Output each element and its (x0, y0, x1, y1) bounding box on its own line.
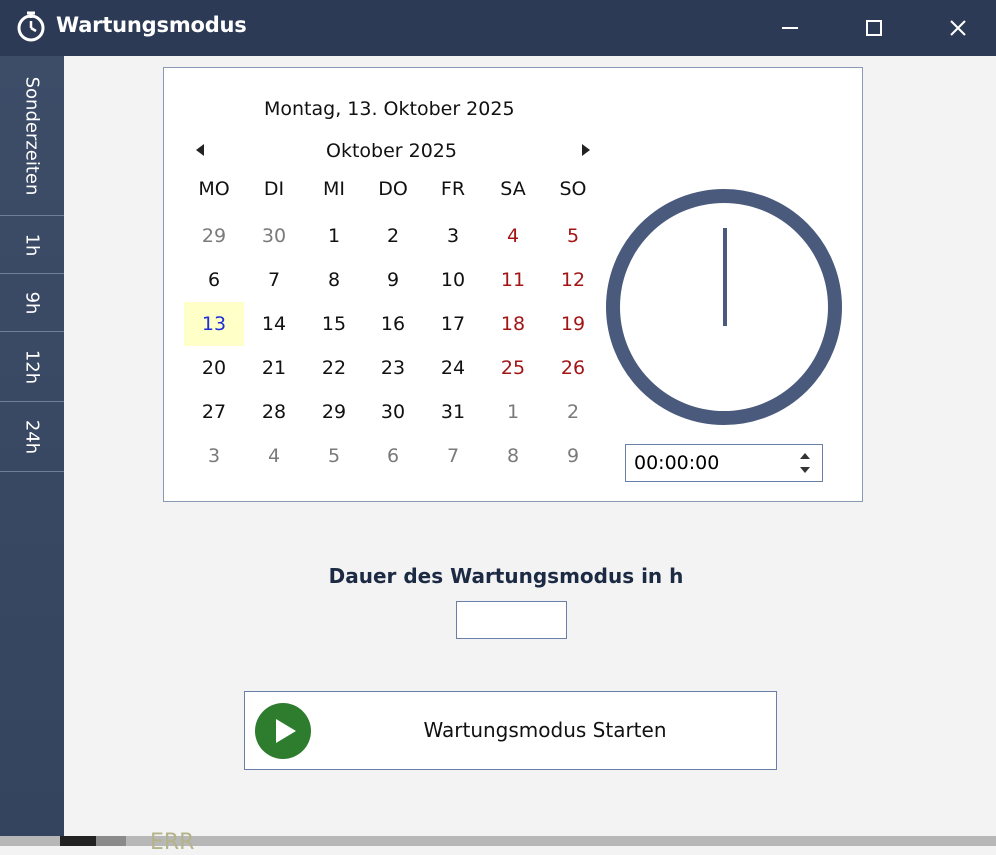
calendar-day[interactable]: 3 (184, 434, 244, 478)
maximize-button[interactable] (846, 0, 902, 56)
caret-up-icon (800, 453, 810, 459)
sidebar-item-label: 1h (21, 233, 43, 256)
caret-down-icon (800, 467, 810, 473)
calendar-day[interactable]: 1 (483, 390, 543, 434)
calendar-day[interactable]: 7 (423, 434, 483, 478)
analog-clock (604, 186, 844, 426)
calendar-day[interactable]: 4 (244, 434, 304, 478)
calendar-day[interactable]: 18 (483, 302, 543, 346)
calendar-day[interactable]: 2 (543, 390, 603, 434)
weekday-label: SA (500, 178, 526, 200)
calendar-day[interactable]: 5 (543, 214, 603, 258)
previous-month-button[interactable] (192, 142, 212, 158)
calendar-day[interactable]: 22 (304, 346, 364, 390)
sidebar: Sonderzeiten 1h 9h 12h 24h (0, 56, 64, 846)
calendar-day[interactable]: 13 (184, 302, 244, 346)
time-spin-up-button[interactable] (800, 453, 812, 461)
calendar-day[interactable]: 15 (304, 302, 364, 346)
calendar-day[interactable]: 17 (423, 302, 483, 346)
calendar-day[interactable]: 29 (184, 214, 244, 258)
calendar-day[interactable]: 30 (363, 390, 423, 434)
duration-label: Dauer des Wartungsmodus in h (328, 564, 684, 588)
sidebar-item-1h[interactable]: 1h (0, 216, 64, 274)
weekday-label: SO (559, 178, 587, 200)
calendar-day[interactable]: 24 (423, 346, 483, 390)
start-button-label: Wartungsmodus Starten (423, 718, 667, 742)
weekday-label: FR (440, 178, 466, 200)
arrow-right-icon (582, 144, 590, 156)
calendar-day[interactable]: 20 (184, 346, 244, 390)
calendar-day[interactable]: 19 (543, 302, 603, 346)
window-title: Wartungsmodus (56, 13, 247, 37)
calendar-day[interactable]: 31 (423, 390, 483, 434)
weekday-label: MO (198, 178, 230, 200)
background-window-strip: ERR (0, 830, 996, 855)
calendar-day[interactable]: 14 (244, 302, 304, 346)
background-text-fragment: ERR (150, 830, 195, 855)
background-block (96, 836, 126, 846)
calendar-day[interactable]: 6 (363, 434, 423, 478)
sidebar-item-12h[interactable]: 12h (0, 332, 64, 402)
calendar-day[interactable]: 9 (363, 258, 423, 302)
minimize-icon (782, 27, 798, 29)
calendar-day[interactable]: 2 (363, 214, 423, 258)
sidebar-item-label: Sonderzeiten (21, 76, 43, 195)
calendar-day[interactable]: 6 (184, 258, 244, 302)
close-icon (950, 20, 966, 36)
sidebar-item-label: 24h (21, 419, 43, 454)
calendar-panel: Montag, 13. Oktober 2025 Oktober 2025 MO… (163, 67, 863, 502)
selected-date-text: Montag, 13. Oktober 2025 (264, 98, 515, 120)
calendar-day[interactable]: 3 (423, 214, 483, 258)
weekday-label: DI (263, 178, 285, 200)
calendar-day[interactable]: 5 (304, 434, 364, 478)
title-bar: Wartungsmodus (0, 0, 996, 56)
sidebar-item-label: 12h (21, 349, 43, 384)
month-label: Oktober 2025 (326, 140, 457, 162)
calendar-day[interactable]: 30 (244, 214, 304, 258)
arrow-left-icon (196, 144, 204, 156)
calendar-day[interactable]: 27 (184, 390, 244, 434)
maximize-icon (866, 20, 882, 36)
calendar-day[interactable]: 1 (304, 214, 364, 258)
calendar-day[interactable]: 26 (543, 346, 603, 390)
clock-icon (14, 9, 48, 45)
time-input[interactable] (625, 444, 823, 482)
weekday-label: MI (323, 178, 345, 200)
time-input-field[interactable] (634, 451, 784, 475)
sidebar-item-9h[interactable]: 9h (0, 274, 64, 332)
calendar-day[interactable]: 9 (543, 434, 603, 478)
calendar-day[interactable]: 29 (304, 390, 364, 434)
sidebar-item-sonderzeiten[interactable]: Sonderzeiten (0, 56, 64, 216)
calendar-day[interactable]: 12 (543, 258, 603, 302)
calendar-day[interactable]: 4 (483, 214, 543, 258)
start-maintenance-button[interactable]: Wartungsmodus Starten (244, 691, 777, 770)
next-month-button[interactable] (576, 142, 596, 158)
calendar-day[interactable]: 21 (244, 346, 304, 390)
close-button[interactable] (930, 0, 986, 56)
calendar-day[interactable]: 11 (483, 258, 543, 302)
calendar-day[interactable]: 28 (244, 390, 304, 434)
calendar-day[interactable]: 8 (304, 258, 364, 302)
duration-input[interactable] (456, 601, 567, 639)
weekday-label: DO (378, 178, 408, 200)
sidebar-item-24h[interactable]: 24h (0, 402, 64, 472)
background-block (60, 836, 96, 846)
calendar-day[interactable]: 25 (483, 346, 543, 390)
calendar-day[interactable]: 16 (363, 302, 423, 346)
calendar-day[interactable]: 8 (483, 434, 543, 478)
calendar-day[interactable]: 7 (244, 258, 304, 302)
sidebar-item-label: 9h (21, 291, 43, 314)
calendar-day[interactable]: 10 (423, 258, 483, 302)
play-icon (255, 703, 311, 759)
minimize-button[interactable] (762, 0, 818, 56)
time-spin-down-button[interactable] (800, 467, 812, 475)
calendar-day[interactable]: 23 (363, 346, 423, 390)
